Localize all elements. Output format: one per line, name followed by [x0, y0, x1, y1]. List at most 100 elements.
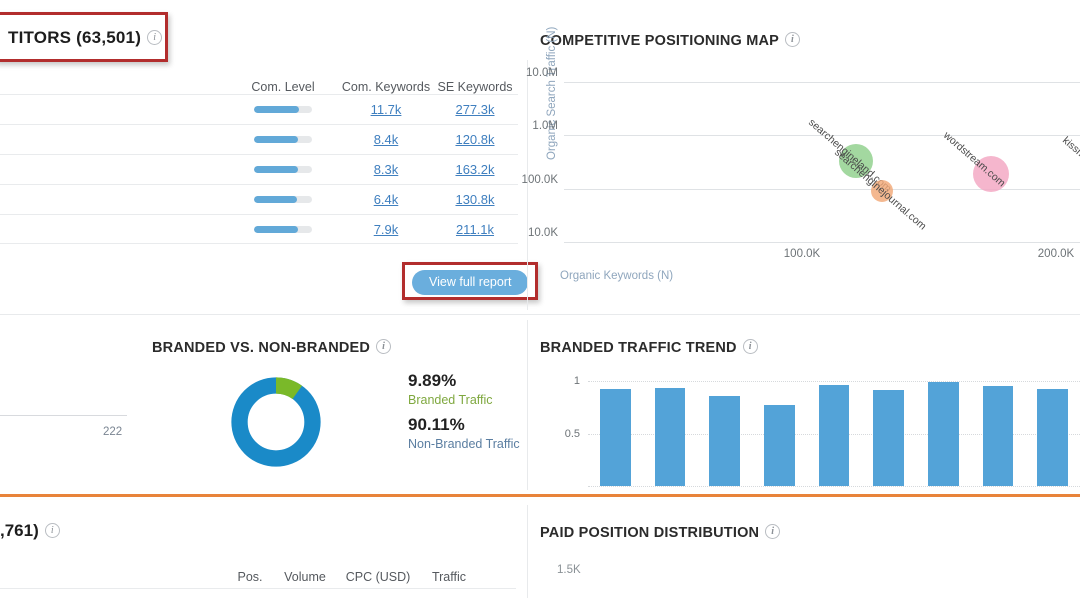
gridline — [564, 188, 1080, 190]
x-axis-tick-label: 200.0K — [1037, 248, 1075, 260]
y-axis-tick-label: 10.0K — [527, 227, 558, 239]
info-icon[interactable]: i — [785, 32, 801, 47]
y-axis-tick-label: 1 — [573, 375, 580, 388]
branded-traffic-stats: 9.89% Branded Traffic 90.11% Non-Branded… — [408, 370, 520, 454]
com-level-bar-fill — [254, 136, 299, 143]
com-level-bar-fill — [254, 196, 297, 203]
panel-divider-vertical-3 — [527, 505, 528, 598]
competitors-table: Com. Level Com. Keywords SE Keywords 11.… — [0, 68, 518, 244]
bar[interactable] — [873, 389, 904, 486]
bar[interactable] — [818, 385, 850, 486]
positioning-map-xaxis-label[interactable]: Organic Keywords (N) — [560, 270, 673, 282]
column-header-pos: Pos. — [237, 570, 263, 584]
table-row: 8.4k 120.8k — [0, 124, 518, 154]
com-keywords-link[interactable]: 6.4k — [338, 192, 434, 207]
left-chart-fragment-value: 222 — [103, 426, 123, 438]
column-header-volume: Volume — [284, 570, 326, 584]
branded-traffic-trend-panel: BRANDED TRAFFIC TREND i 0.5 1 — [540, 336, 1080, 491]
organic-panel-header: ,761) i — [0, 521, 60, 541]
positioning-map-title-wrap: COMPETITIVE POSITIONING MAP i — [540, 32, 801, 49]
branded-percent: 9.89% — [408, 371, 457, 390]
se-keywords-link[interactable]: 120.8k — [434, 132, 516, 147]
y-axis-tick-label: 1.0M — [532, 120, 558, 133]
column-header-com-keywords: Com. Keywords — [341, 80, 431, 94]
com-level-bar-track — [254, 196, 312, 203]
info-icon[interactable]: i — [376, 339, 392, 354]
bar[interactable] — [982, 386, 1014, 486]
se-keywords-link[interactable]: 130.8k — [434, 192, 516, 207]
com-level-bar-track — [254, 106, 312, 113]
positioning-map-plot: 10.0M 1.0M 100.0K 10.0K searchengineland.com… — [522, 67, 1080, 243]
nonbranded-percent: 90.11% — [408, 415, 465, 434]
gridline — [588, 381, 1080, 383]
bar[interactable] — [1037, 388, 1068, 486]
bar[interactable] — [709, 395, 740, 486]
info-icon[interactable]: i — [44, 523, 60, 538]
branded-traffic-trend-title-wrap: BRANDED TRAFFIC TREND i — [540, 339, 758, 356]
section-divider-orange — [0, 494, 1080, 497]
bar[interactable] — [764, 405, 795, 486]
left-chart-fragment-gridline — [0, 415, 127, 416]
table-header-rule — [0, 588, 516, 589]
gridline — [564, 242, 1080, 243]
com-level-bar-fill — [254, 106, 300, 113]
branded-vs-nonbranded-title-wrap: BRANDED VS. NON-BRANDED i — [152, 339, 392, 356]
com-level-bar-track — [254, 136, 312, 143]
com-level-cell — [228, 106, 338, 113]
table-header-row: Pos. Volume CPC (USD) Traffic — [0, 560, 518, 584]
table-row: 7.9k 211.1k — [0, 214, 518, 244]
table-row: 6.4k 130.8k — [0, 184, 518, 214]
nonbranded-label: Non-Branded Traffic — [408, 437, 520, 451]
com-level-bar-fill — [254, 225, 298, 233]
se-keywords-link[interactable]: 211.1k — [434, 222, 516, 237]
com-keywords-link[interactable]: 8.3k — [338, 162, 434, 177]
organic-panel-title: ,761) — [0, 521, 39, 540]
section-divider-top — [0, 314, 1080, 315]
bar[interactable] — [600, 388, 631, 486]
com-keywords-link[interactable]: 7.9k — [338, 222, 434, 237]
info-icon[interactable]: i — [765, 524, 781, 539]
positioning-map-bubble-label: kissmetrics.com — [1060, 134, 1080, 193]
com-level-bar-track — [254, 225, 312, 233]
branded-traffic-donut-chart — [231, 377, 321, 467]
paid-position-distribution-title-wrap: PAID POSITION DISTRIBUTION i — [540, 524, 781, 541]
y-axis-tick-label: 0.5 — [564, 427, 580, 440]
com-level-bar-fill — [254, 166, 298, 173]
annotation-box-competitors-title — [0, 12, 168, 62]
y-axis-tick-label: 100.0K — [521, 173, 558, 186]
bar[interactable] — [928, 382, 959, 486]
gridline — [564, 82, 1080, 83]
organic-keywords-table: Pos. Volume CPC (USD) Traffic — [0, 560, 518, 589]
y-axis-tick-label: 10.0M — [526, 67, 558, 79]
se-keywords-link[interactable]: 277.3k — [434, 102, 516, 117]
com-level-cell — [228, 196, 338, 203]
column-header-se-keywords: SE Keywords — [437, 80, 513, 94]
com-level-bar-track — [254, 166, 312, 173]
com-level-cell — [228, 225, 338, 233]
paid-position-distribution-title: PAID POSITION DISTRIBUTION — [540, 525, 760, 541]
table-header-row: Com. Level Com. Keywords SE Keywords — [0, 68, 518, 94]
annotation-box-view-full-report — [402, 262, 538, 300]
bar[interactable] — [654, 387, 686, 486]
com-keywords-link[interactable]: 8.4k — [338, 132, 434, 147]
branded-label: Branded Traffic — [408, 393, 493, 407]
com-keywords-link[interactable]: 11.7k — [338, 102, 434, 117]
se-keywords-link[interactable]: 163.2k — [434, 162, 516, 177]
competitors-table-body: 11.7k 277.3k 8.4k 120.8k 8.3k 163.2k 6.4k 130.8… — [0, 94, 518, 244]
x-axis-tick-label: 100.0K — [783, 248, 821, 260]
column-header-cpc: CPC (USD) — [345, 570, 411, 584]
info-icon[interactable]: i — [742, 339, 758, 354]
column-header-traffic: Traffic — [431, 570, 467, 584]
panel-divider-vertical-2 — [527, 320, 528, 490]
paid-position-ytick: 1.5K — [557, 564, 581, 576]
axis-baseline — [588, 486, 1080, 487]
com-level-cell — [228, 136, 338, 143]
positioning-map-yaxis-label: Organic Search Traffic (N) — [546, 26, 558, 160]
branded-traffic-trend-title: BRANDED TRAFFIC TREND — [540, 340, 737, 356]
branded-vs-nonbranded-title: BRANDED VS. NON-BRANDED — [152, 340, 371, 356]
branded-traffic-trend-plot: 0.5 1 — [565, 375, 1080, 487]
table-row: 11.7k 277.3k — [0, 94, 518, 124]
competitive-positioning-map-panel: COMPETITIVE POSITIONING MAP i Organic Sea… — [522, 27, 1080, 294]
dashboard-screenshot: TITORS (63,501) i Com. Level Com. Keyword… — [0, 0, 1080, 598]
donut-segment-non-branded — [231, 377, 321, 467]
